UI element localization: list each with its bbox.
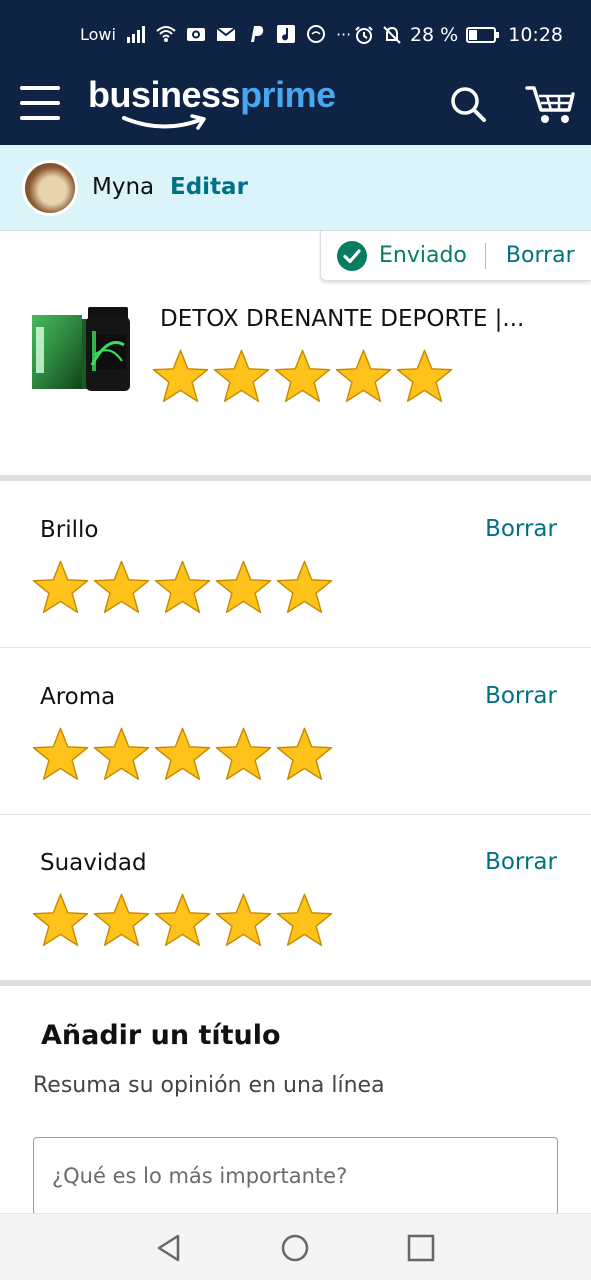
star-icon[interactable] <box>152 348 209 404</box>
star-icon[interactable] <box>93 726 150 782</box>
carrier-label: Lowi <box>80 24 116 44</box>
status-separator <box>484 242 486 269</box>
attribute-label-suavidad: Suavidad <box>40 850 147 876</box>
paypal-icon <box>250 26 264 42</box>
battery-icon <box>466 27 500 43</box>
music-icon <box>276 25 295 43</box>
attribute-label-aroma: Aroma <box>40 684 116 710</box>
star-icon[interactable] <box>276 892 333 948</box>
star-icon[interactable] <box>215 559 272 615</box>
camera-notification-icon <box>186 28 205 41</box>
mail-icon <box>216 27 236 41</box>
logo-business-text: business <box>88 74 241 115</box>
add-title-subtitle: Resuma su opinión en una línea <box>33 1073 385 1098</box>
product-image[interactable] <box>30 305 134 395</box>
star-icon[interactable] <box>154 726 211 782</box>
business-prime-logo[interactable]: businessprime <box>88 74 336 136</box>
star-icon[interactable] <box>274 348 331 404</box>
status-bar-right: 28 % 10:28 <box>354 24 563 46</box>
star-icon[interactable] <box>154 559 211 615</box>
app-header: businessprime <box>0 70 591 145</box>
star-icon[interactable] <box>276 559 333 615</box>
wifi-icon <box>156 26 176 42</box>
product-title: DETOX DRENANTE DEPORTE |... <box>160 306 525 332</box>
suavidad-rating[interactable] <box>32 892 333 948</box>
add-title-heading: Añadir un título <box>41 1020 281 1051</box>
user-name: Myna <box>92 174 155 200</box>
star-icon[interactable] <box>213 348 270 404</box>
battery-percent: 28 % <box>409 24 459 46</box>
submission-status: Enviado Borrar <box>320 231 591 281</box>
logo-prime-text: prime <box>240 74 336 115</box>
cart-icon[interactable] <box>525 82 575 126</box>
avatar[interactable] <box>22 160 78 216</box>
delete-rating-button[interactable]: Borrar <box>506 243 575 268</box>
home-icon[interactable] <box>280 1233 310 1263</box>
alarm-icon <box>355 26 373 44</box>
star-icon[interactable] <box>32 892 89 948</box>
row-divider <box>0 814 591 815</box>
system-nav-bar <box>0 1213 591 1280</box>
star-icon[interactable] <box>215 892 272 948</box>
back-icon[interactable] <box>154 1233 184 1263</box>
user-profile-bar: Myna Editar <box>0 145 591 231</box>
clock: 10:28 <box>508 24 563 46</box>
check-icon <box>337 240 367 271</box>
recents-icon[interactable] <box>406 1233 436 1263</box>
section-divider <box>0 475 591 481</box>
signal-icon <box>126 26 145 43</box>
edit-profile-link[interactable]: Editar <box>170 174 248 200</box>
brillo-rating[interactable] <box>32 559 333 615</box>
aroma-rating[interactable] <box>32 726 333 782</box>
delete-brillo-button[interactable]: Borrar <box>485 516 557 542</box>
delete-suavidad-button[interactable]: Borrar <box>485 849 557 875</box>
star-icon[interactable] <box>396 348 453 404</box>
mute-bell-icon <box>383 26 401 44</box>
chat-icon <box>306 25 325 43</box>
delete-aroma-button[interactable]: Borrar <box>485 683 557 709</box>
row-divider <box>0 647 591 648</box>
star-icon[interactable] <box>276 726 333 782</box>
more-notifications-icon: ··· <box>335 24 352 44</box>
sent-status-label: Enviado <box>379 243 467 268</box>
star-icon[interactable] <box>335 348 392 404</box>
star-icon[interactable] <box>93 892 150 948</box>
overall-rating[interactable] <box>152 348 453 404</box>
search-icon[interactable] <box>448 84 488 124</box>
star-icon[interactable] <box>32 726 89 782</box>
star-icon[interactable] <box>215 726 272 782</box>
star-icon[interactable] <box>93 559 150 615</box>
review-title-input[interactable] <box>33 1137 558 1215</box>
star-icon[interactable] <box>32 559 89 615</box>
menu-icon[interactable] <box>20 86 60 120</box>
section-divider <box>0 980 591 986</box>
attribute-label-brillo: Brillo <box>40 517 99 543</box>
amazon-smile-icon <box>122 114 206 130</box>
status-bar: Lowi ··· 28 % 10:28 <box>0 0 591 70</box>
star-icon[interactable] <box>154 892 211 948</box>
status-bar-left: Lowi ··· <box>80 24 351 44</box>
